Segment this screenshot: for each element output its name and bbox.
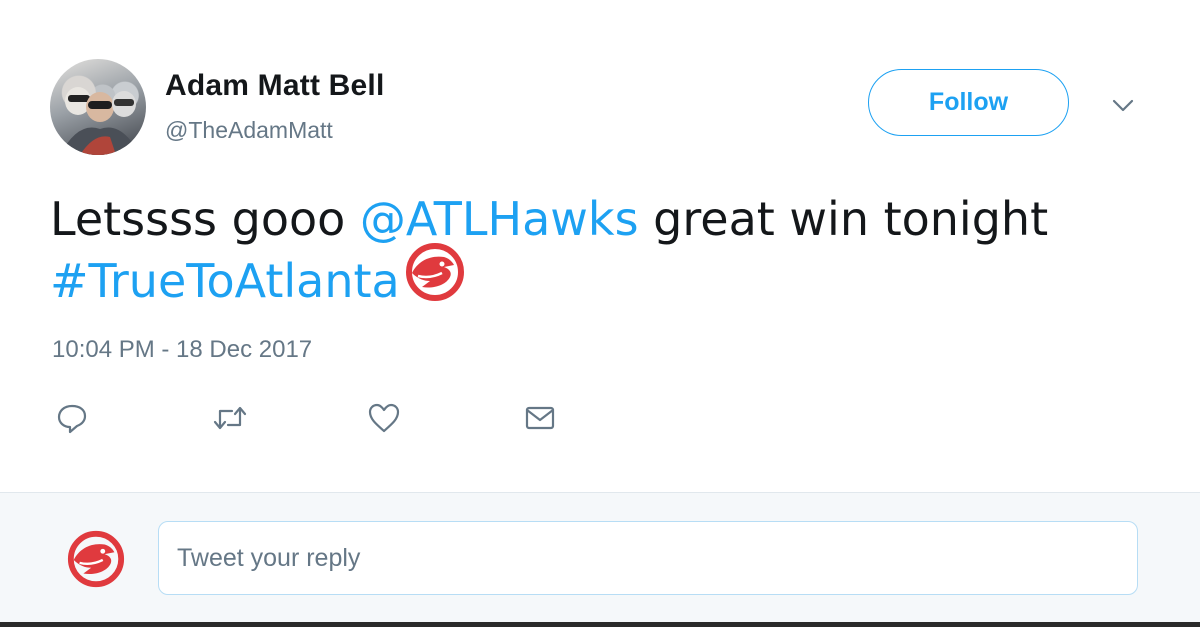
tweet-card: Adam Matt Bell @TheAdamMatt Follow Letss…	[0, 0, 1200, 492]
retweet-icon[interactable]	[210, 398, 250, 438]
user-avatar[interactable]	[50, 59, 146, 155]
tweet-text: Letssss gooo @ATLHawks great win tonight…	[50, 188, 1160, 316]
avatar-photo-icon	[60, 87, 140, 155]
bottom-divider	[0, 622, 1200, 627]
atlanta-hawks-logo-icon	[66, 529, 126, 589]
mention-link[interactable]: @ATLHawks	[360, 192, 639, 246]
user-display-name[interactable]: Adam Matt Bell	[165, 69, 385, 103]
direct-message-icon[interactable]	[520, 398, 560, 438]
tweet-actions	[0, 398, 700, 438]
like-icon[interactable]	[364, 398, 404, 438]
reply-placeholder: Tweet your reply	[177, 543, 361, 572]
tweet-text-prefix: Letssss gooo	[50, 192, 360, 246]
reply-icon[interactable]	[52, 398, 92, 438]
more-options-chevron-down-icon[interactable]	[1108, 94, 1138, 118]
reply-input[interactable]: Tweet your reply	[158, 521, 1138, 595]
atlanta-hawks-logo-icon	[404, 243, 466, 316]
tweet-timestamp[interactable]: 10:04 PM - 18 Dec 2017	[52, 336, 312, 364]
user-handle[interactable]: @TheAdamMatt	[165, 117, 333, 144]
hashtag-link[interactable]: #TrueToAtlanta	[50, 254, 400, 308]
follow-button[interactable]: Follow	[868, 69, 1069, 136]
tweet-text-middle: great win tonight	[638, 192, 1049, 246]
